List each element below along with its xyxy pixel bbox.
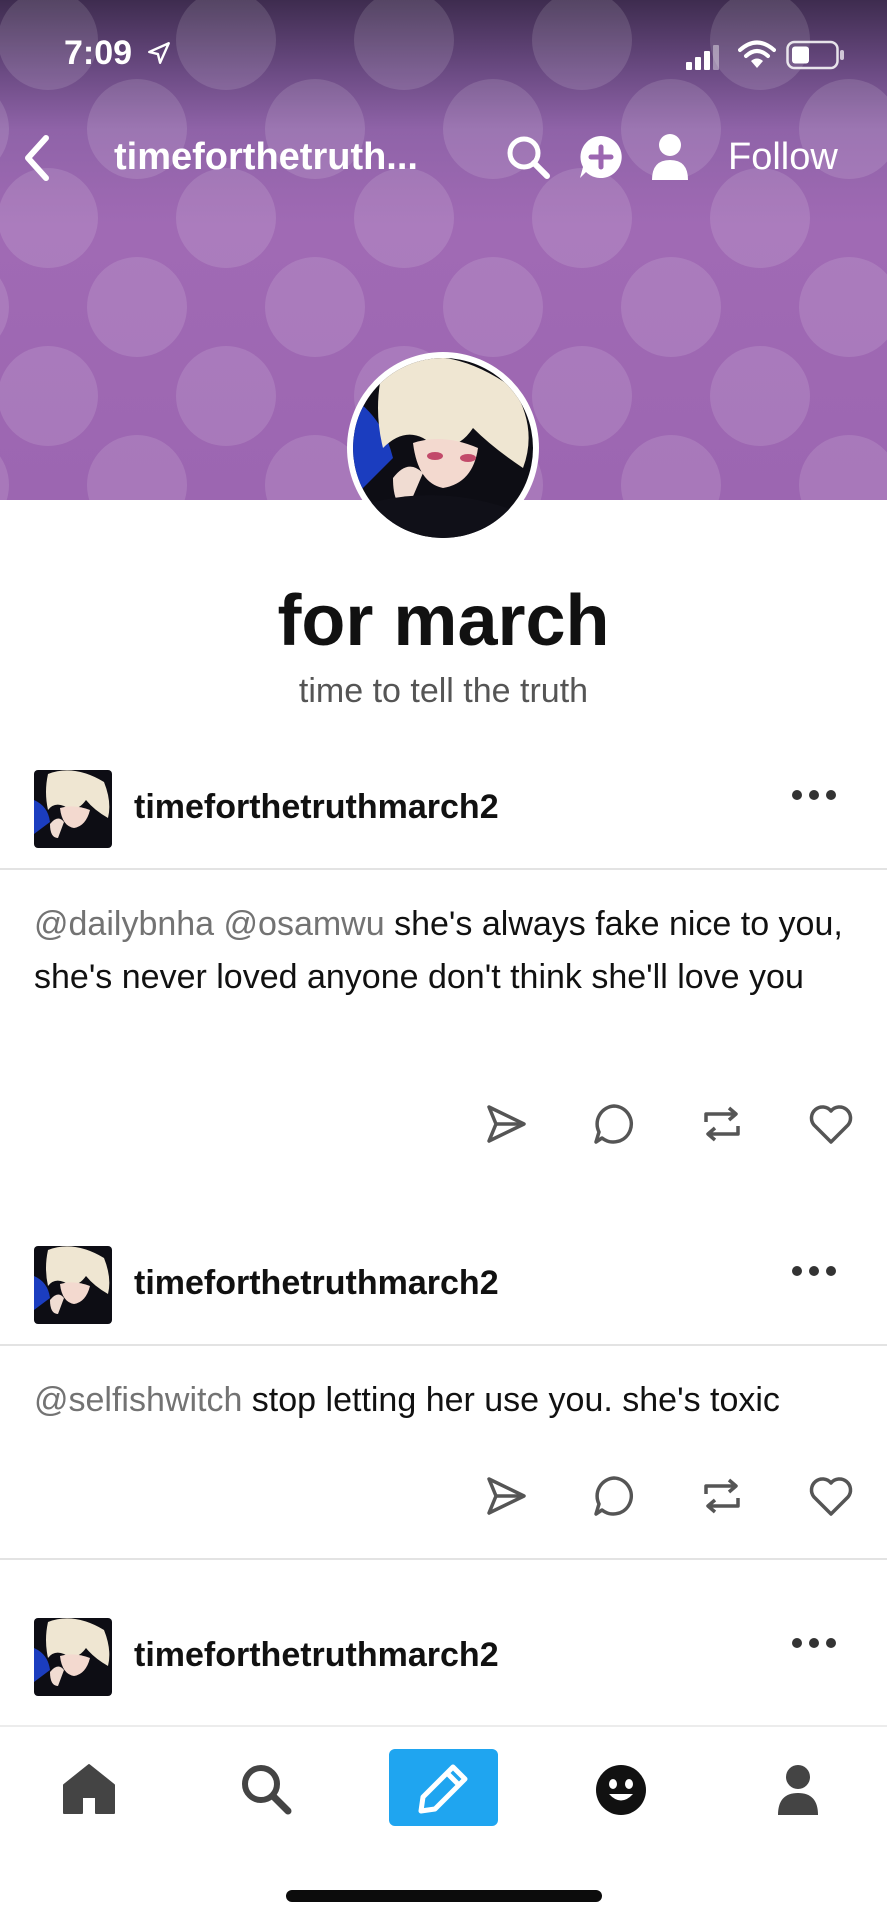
person-icon[interactable] <box>650 132 690 182</box>
search-icon[interactable] <box>505 134 551 180</box>
post-username[interactable]: timeforthetruthmarch2 <box>134 788 499 827</box>
post-separator <box>0 1558 887 1560</box>
pattern-dot <box>87 257 187 357</box>
like-icon[interactable] <box>808 1474 854 1518</box>
activity-icon[interactable] <box>594 1763 648 1817</box>
reblog-icon[interactable] <box>700 1474 744 1518</box>
blog-avatar[interactable] <box>347 352 539 544</box>
more-options-icon[interactable] <box>790 1636 838 1650</box>
share-icon[interactable] <box>484 1102 528 1146</box>
search-tab-icon[interactable] <box>240 1763 292 1815</box>
compose-icon <box>418 1764 468 1814</box>
post-actions <box>0 1474 887 1534</box>
post-actions <box>0 1102 887 1162</box>
top-navbar: timeforthetruth... Follow <box>0 122 887 192</box>
status-bar: 7:09 <box>0 0 887 110</box>
signal-icon <box>686 45 719 70</box>
compose-button[interactable] <box>389 1749 498 1826</box>
location-icon <box>148 42 170 64</box>
pattern-dot <box>710 346 810 446</box>
reblog-icon[interactable] <box>700 1102 744 1146</box>
pattern-dot <box>87 435 187 500</box>
post-text: @selfishwitch stop letting her use you. … <box>34 1374 854 1427</box>
blog-description: time to tell the truth <box>298 672 589 710</box>
battery-icon <box>786 40 844 70</box>
pattern-dot <box>799 435 887 500</box>
new-message-icon[interactable] <box>578 134 624 180</box>
reply-icon[interactable] <box>592 1474 636 1518</box>
avatar-thumbnail <box>34 1246 112 1324</box>
post-username[interactable]: timeforthetruthmarch2 <box>134 1636 499 1675</box>
share-icon[interactable] <box>484 1474 528 1518</box>
divider <box>0 1344 887 1346</box>
post-message: stop letting her use you. she's toxic <box>242 1381 780 1419</box>
pattern-dot <box>799 257 887 357</box>
divider <box>0 868 887 870</box>
post-header: timeforthetruthmarch2 <box>0 1596 887 1696</box>
pattern-dot <box>621 435 721 500</box>
home-indicator[interactable] <box>286 1890 602 1902</box>
pattern-dot <box>0 456 9 500</box>
blog-name: for march <box>277 581 610 661</box>
post-mentions[interactable]: @dailybnha @osamwu <box>34 905 385 943</box>
pattern-dot <box>0 278 9 336</box>
post-text: @dailybnha @osamwu she's always fake nic… <box>34 898 854 1004</box>
post-avatar[interactable] <box>34 1246 112 1324</box>
wifi-icon <box>738 40 776 68</box>
pattern-dot <box>176 346 276 446</box>
more-options-icon[interactable] <box>790 788 838 802</box>
home-icon[interactable] <box>62 1763 116 1815</box>
blog-title[interactable]: timeforthetruth... <box>114 136 418 179</box>
post-header: timeforthetruthmarch2 <box>0 1224 887 1324</box>
post-avatar[interactable] <box>34 1618 112 1696</box>
avatar-image <box>353 358 533 538</box>
pattern-dot <box>621 257 721 357</box>
account-icon[interactable] <box>774 1763 822 1817</box>
pattern-dot <box>443 257 543 357</box>
post-username[interactable]: timeforthetruthmarch2 <box>134 1264 499 1303</box>
status-time: 7:09 <box>64 34 133 72</box>
pattern-dot <box>265 257 365 357</box>
back-icon[interactable] <box>16 130 60 186</box>
more-options-icon[interactable] <box>790 1264 838 1278</box>
like-icon[interactable] <box>808 1102 854 1146</box>
post-avatar[interactable] <box>34 770 112 848</box>
pattern-dot <box>0 346 98 446</box>
post-header: timeforthetruthmarch2 <box>0 748 887 848</box>
avatar-thumbnail <box>34 770 112 848</box>
reply-icon[interactable] <box>592 1102 636 1146</box>
follow-button[interactable]: Follow <box>728 136 838 179</box>
avatar-thumbnail <box>34 1618 112 1696</box>
post-mentions[interactable]: @selfishwitch <box>34 1381 242 1419</box>
pattern-dot <box>532 346 632 446</box>
